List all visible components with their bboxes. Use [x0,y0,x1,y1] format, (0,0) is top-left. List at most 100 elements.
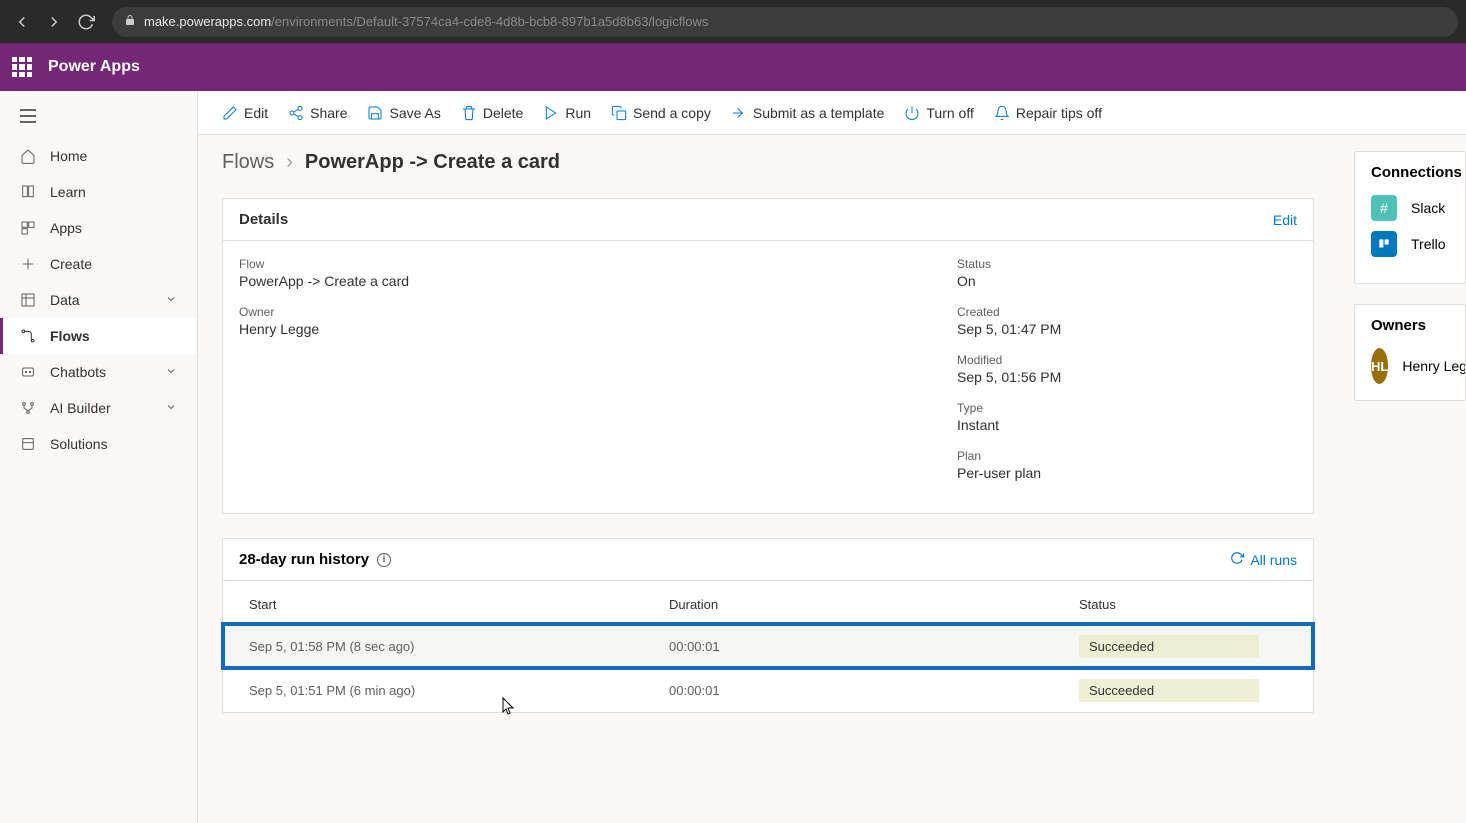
play-icon [543,105,559,121]
main-area: Edit Share Save As Delete Run Send a cop… [198,91,1466,823]
run-button[interactable]: Run [543,105,591,121]
owner-value: Henry Legge [239,321,957,337]
type-label: Type [957,401,1297,415]
created-value: Sep 5, 01:47 PM [957,321,1297,337]
button-label: Save As [389,105,440,121]
chatbot-icon [20,364,36,380]
sidebar-item-home[interactable]: Home [0,138,197,174]
sidebar-item-solutions[interactable]: Solutions [0,426,197,462]
plus-icon [20,256,36,272]
owner-item[interactable]: HLHenry Legge [1371,348,1449,384]
connection-item-trello[interactable]: Trello [1371,231,1449,257]
status-badge: Succeeded [1079,679,1259,702]
history-title: 28-day run history [239,551,369,568]
button-label: Edit [244,105,268,121]
browser-chrome: make.powerapps.com/environments/Default-… [0,0,1466,43]
repair-tips-button[interactable]: Repair tips off [994,105,1102,121]
connection-label: Slack [1411,200,1445,216]
ai-icon [20,400,36,416]
col-start: Start [249,597,669,612]
status-label: Status [957,257,1297,271]
sidebar-item-create[interactable]: Create [0,246,197,282]
button-label: Turn off [926,105,973,121]
button-label: Repair tips off [1016,105,1102,121]
chevron-down-icon [165,364,177,380]
browser-reload-button[interactable] [72,8,100,36]
button-label: Send a copy [633,105,711,121]
copy-icon [611,105,627,121]
owners-title: Owners [1371,317,1449,334]
sidebar-item-chatbots[interactable]: Chatbots [0,354,197,390]
link-label: All runs [1250,552,1297,568]
apps-icon [20,220,36,236]
plan-value: Per-user plan [957,465,1297,481]
browser-url-bar[interactable]: make.powerapps.com/environments/Default-… [112,7,1458,37]
save-as-button[interactable]: Save As [367,105,440,121]
share-icon [288,105,304,121]
sidebar-label: Data [50,292,80,308]
run-duration: 00:00:01 [669,683,1079,698]
right-panel: Connections # Slack Trello Owners HLHenry… [1338,135,1466,823]
sidebar-label: Chatbots [50,364,106,380]
sidebar-item-apps[interactable]: Apps [0,210,197,246]
status-value: On [957,273,1297,289]
sidebar: Home Learn Apps Create Data Flows Chatbo… [0,91,198,823]
trello-icon [1371,231,1397,257]
browser-back-button[interactable] [8,8,36,36]
sidebar-item-learn[interactable]: Learn [0,174,197,210]
content: Flows › PowerApp -> Create a card Detail… [198,135,1338,823]
submit-template-button[interactable]: Submit as a template [731,105,885,121]
edit-button[interactable]: Edit [222,105,268,121]
table-row[interactable]: Sep 5, 01:51 PM (6 min ago) 00:00:01 Suc… [223,668,1313,712]
connections-title: Connections [1371,164,1449,181]
app-header: Power Apps [0,43,1466,91]
table-row[interactable]: Sep 5, 01:58 PM (8 sec ago) 00:00:01 Suc… [223,624,1313,668]
app-launcher-icon[interactable] [12,57,32,77]
button-label: Run [565,105,591,121]
url-domain: make.powerapps.com [144,14,271,29]
sidebar-label: Apps [50,220,82,236]
browser-forward-button[interactable] [40,8,68,36]
chevron-down-icon [165,400,177,416]
refresh-icon [1230,551,1244,568]
details-title: Details [239,211,288,228]
run-duration: 00:00:01 [669,639,1079,654]
turn-off-button[interactable]: Turn off [904,105,973,121]
slack-icon: # [1371,195,1397,221]
lock-icon [124,14,136,29]
sidebar-item-data[interactable]: Data [0,282,197,318]
owner-label: Owner [239,305,957,319]
button-label: Delete [483,105,523,121]
info-icon[interactable]: i [377,553,391,567]
all-runs-link[interactable]: All runs [1230,551,1297,568]
button-label: Submit as a template [753,105,885,121]
chevron-right-icon: › [286,151,293,174]
details-card: Details Edit FlowPowerApp -> Create a ca… [222,198,1314,514]
sidebar-label: Home [50,148,87,164]
chevron-down-icon [165,292,177,308]
export-icon [731,105,747,121]
modified-value: Sep 5, 01:56 PM [957,369,1297,385]
book-icon [20,184,36,200]
breadcrumb-root[interactable]: Flows [222,151,274,174]
modified-label: Modified [957,353,1297,367]
sidebar-item-flows[interactable]: Flows [0,318,197,354]
details-edit-link[interactable]: Edit [1273,212,1297,228]
sidebar-toggle[interactable] [0,99,197,138]
breadcrumb-current: PowerApp -> Create a card [305,151,560,174]
breadcrumb: Flows › PowerApp -> Create a card [222,151,1314,174]
bell-icon [994,105,1010,121]
trash-icon [461,105,477,121]
connections-card: Connections # Slack Trello [1354,151,1466,284]
created-label: Created [957,305,1297,319]
table-header: Start Duration Status [223,581,1313,624]
connection-item-slack[interactable]: # Slack [1371,195,1449,221]
sidebar-item-ai-builder[interactable]: AI Builder [0,390,197,426]
button-label: Share [310,105,347,121]
share-button[interactable]: Share [288,105,347,121]
send-copy-button[interactable]: Send a copy [611,105,711,121]
command-bar: Edit Share Save As Delete Run Send a cop… [198,91,1466,135]
delete-button[interactable]: Delete [461,105,523,121]
sidebar-label: Learn [50,184,86,200]
owners-card: Owners HLHenry Legge [1354,304,1466,401]
